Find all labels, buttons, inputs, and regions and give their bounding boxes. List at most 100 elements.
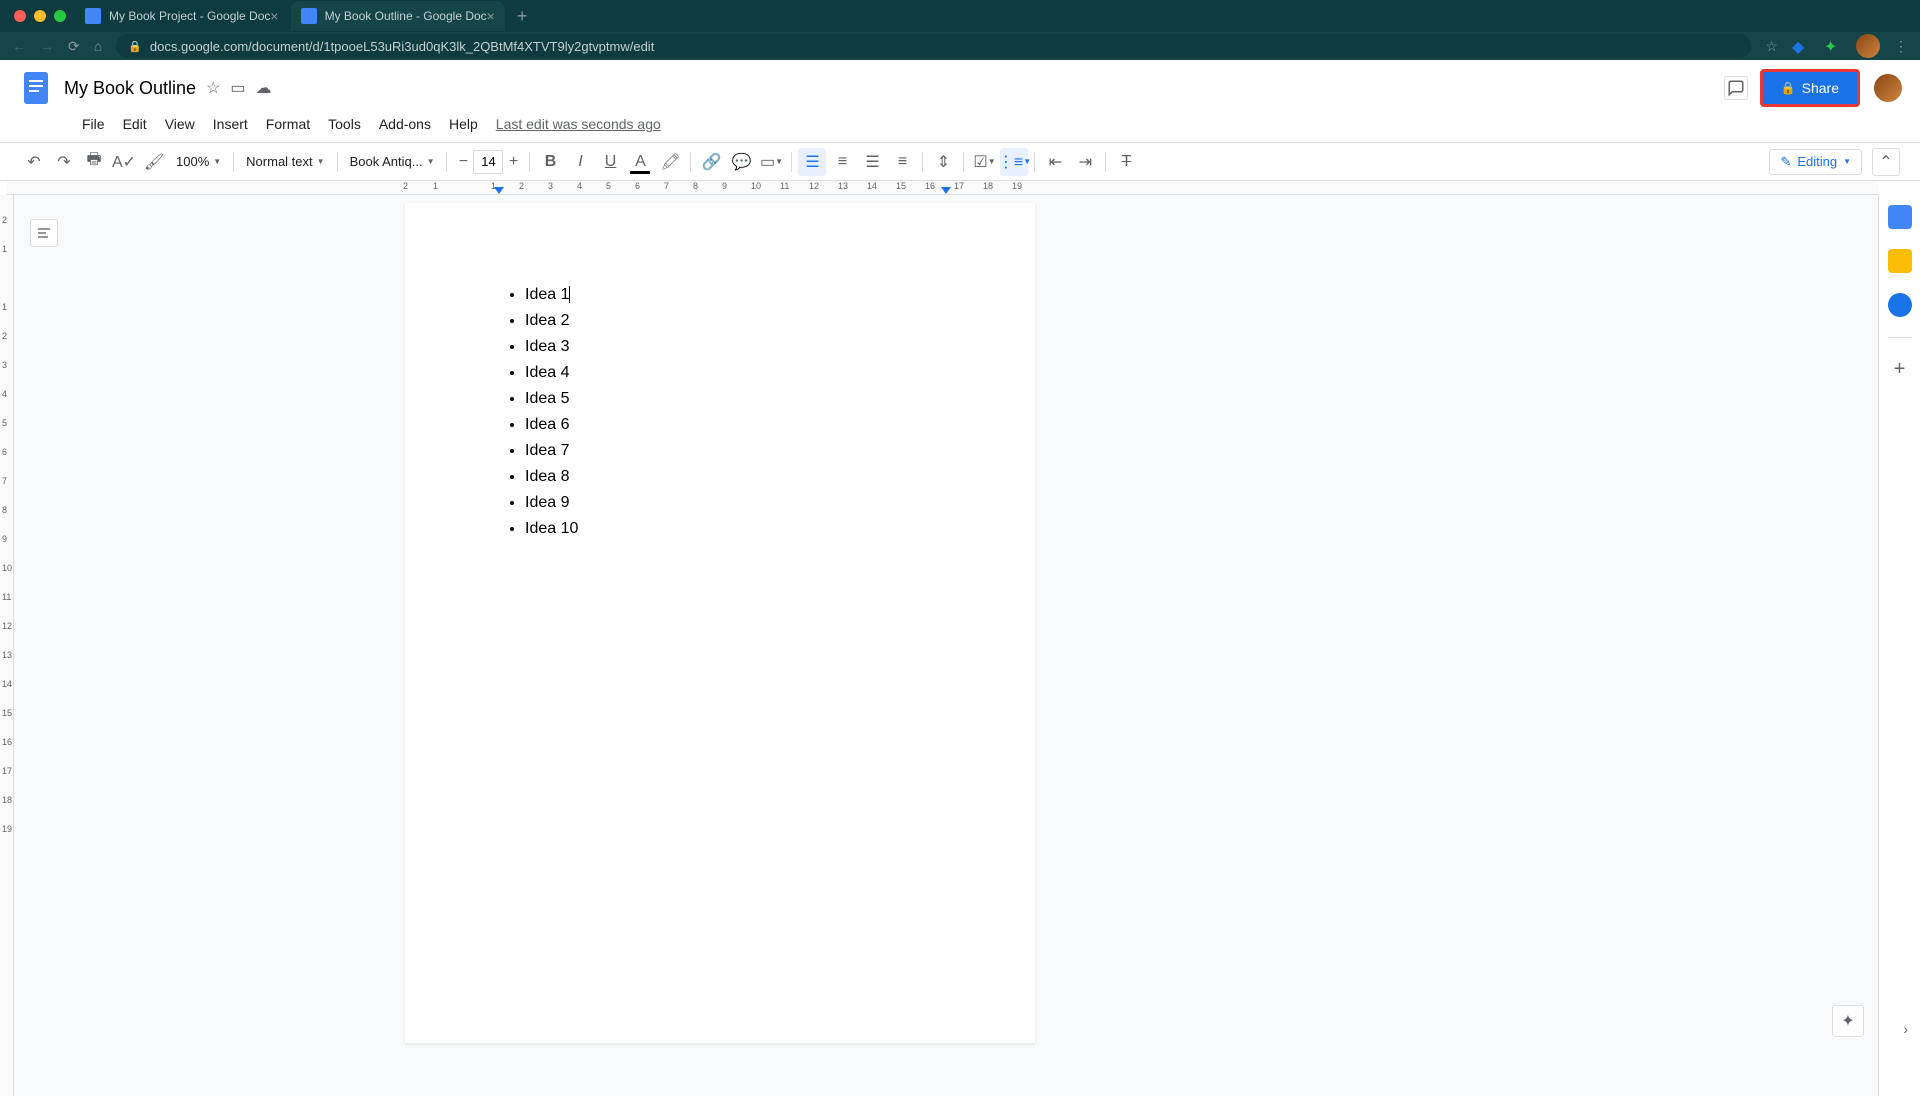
align-justify-button[interactable]: ≡ <box>888 148 916 176</box>
editing-mode-dropdown[interactable]: ✎ Editing ▼ <box>1769 149 1862 175</box>
hide-menus-button[interactable]: ⌃ <box>1872 148 1900 176</box>
document-canvas[interactable]: Idea 1 Idea 2 Idea 3 Idea 4 Idea 5 Idea … <box>14 195 1878 1096</box>
underline-button[interactable]: U <box>596 148 624 176</box>
bullet-list[interactable]: Idea 1 Idea 2 Idea 3 Idea 4 Idea 5 Idea … <box>495 283 945 541</box>
font-size-increase-button[interactable]: + <box>503 150 523 174</box>
separator <box>791 152 792 172</box>
font-size-decrease-button[interactable]: − <box>453 150 473 174</box>
document-title[interactable]: My Book Outline <box>64 78 196 99</box>
align-left-button[interactable]: ☰ <box>798 148 826 176</box>
list-item[interactable]: Idea 10 <box>525 517 945 541</box>
document-page[interactable]: Idea 1 Idea 2 Idea 3 Idea 4 Idea 5 Idea … <box>405 203 1035 1043</box>
list-item[interactable]: Idea 3 <box>525 335 945 359</box>
zoom-dropdown[interactable]: 100%▼ <box>170 150 227 173</box>
horizontal-ruler[interactable]: 2 1 1 2 3 4 5 6 7 8 9 10 11 12 13 14 15 … <box>6 181 1878 195</box>
menu-tools[interactable]: Tools <box>320 112 369 136</box>
menu-view[interactable]: View <box>157 112 203 136</box>
browser-forward-button[interactable]: → <box>40 38 54 54</box>
clear-formatting-button[interactable]: T <box>1112 148 1140 176</box>
browser-tab-2[interactable]: My Book Outline - Google Doc × <box>291 1 505 31</box>
pencil-icon: ✎ <box>1780 154 1791 170</box>
star-icon[interactable]: ☆ <box>206 78 220 98</box>
list-item[interactable]: Idea 7 <box>525 439 945 463</box>
menu-help[interactable]: Help <box>441 112 486 136</box>
tab-close-button[interactable]: × <box>487 8 495 24</box>
separator <box>690 152 691 172</box>
lock-icon: 🔒 <box>128 40 142 53</box>
browser-menu-icon[interactable]: ⋮ <box>1894 38 1908 55</box>
insert-comment-button[interactable]: 💬 <box>727 148 755 176</box>
browser-chrome: My Book Project - Google Doc × My Book O… <box>0 0 1920 60</box>
browser-reload-button[interactable]: ⟳ <box>68 38 80 55</box>
main-area: 2 1 1 2 3 4 5 6 7 8 9 10 11 12 13 14 15 … <box>0 195 1920 1096</box>
explore-button[interactable]: ✦ <box>1832 1005 1864 1037</box>
comment-history-button[interactable] <box>1724 76 1748 100</box>
tab-favicon-icon <box>301 8 317 24</box>
italic-button[interactable]: I <box>566 148 594 176</box>
insert-image-button[interactable]: ▭▼ <box>757 148 785 176</box>
checklist-button[interactable]: ☑▼ <box>970 148 998 176</box>
new-tab-button[interactable]: + <box>507 6 538 27</box>
extension-icon[interactable]: ◆ <box>1792 37 1810 55</box>
list-item[interactable]: Idea 5 <box>525 387 945 411</box>
docs-title-row: My Book Outline ☆ ▭ ☁ 🔒 Share <box>16 68 1904 108</box>
hide-side-panel-button[interactable]: › <box>1903 1021 1908 1037</box>
align-center-button[interactable]: ≡ <box>828 148 856 176</box>
align-right-button[interactable]: ☰ <box>858 148 886 176</box>
paint-format-button[interactable]: 🖌 <box>140 148 168 176</box>
undo-button[interactable]: ↶ <box>20 148 48 176</box>
line-spacing-button[interactable]: ⇕ <box>929 148 957 176</box>
indent-decrease-button[interactable]: ⇤ <box>1041 148 1069 176</box>
list-item[interactable]: Idea 6 <box>525 413 945 437</box>
browser-back-button[interactable]: ← <box>12 38 26 54</box>
tasks-icon[interactable] <box>1888 293 1912 317</box>
spellcheck-button[interactable]: A✓ <box>110 148 138 176</box>
browser-tab-1[interactable]: My Book Project - Google Doc × <box>75 1 289 31</box>
redo-button[interactable]: ↷ <box>50 148 78 176</box>
list-item[interactable]: Idea 4 <box>525 361 945 385</box>
style-dropdown[interactable]: Normal text▼ <box>240 150 330 173</box>
extensions-puzzle-icon[interactable]: ✦ <box>1824 37 1842 55</box>
text-color-button[interactable]: A <box>626 148 654 176</box>
list-item[interactable]: Idea 2 <box>525 309 945 333</box>
browser-home-button[interactable]: ⌂ <box>94 38 102 54</box>
vertical-ruler[interactable]: 2 1 1 2 3 4 5 6 7 8 9 10 11 12 13 14 15 … <box>0 195 14 1096</box>
right-indent-marker-icon[interactable] <box>941 187 951 194</box>
show-outline-button[interactable] <box>30 219 58 247</box>
docs-logo-icon[interactable] <box>16 68 56 108</box>
bookmark-star-icon[interactable]: ☆ <box>1765 38 1778 55</box>
window-close-button[interactable] <box>14 10 26 22</box>
font-size-input[interactable] <box>473 150 503 174</box>
list-item[interactable]: Idea 9 <box>525 491 945 515</box>
bold-button[interactable]: B <box>536 148 564 176</box>
highlight-button[interactable]: 🖍 <box>656 148 684 176</box>
user-avatar[interactable] <box>1872 72 1904 104</box>
calendar-icon[interactable] <box>1888 205 1912 229</box>
bullet-list-button[interactable]: ⋮≡▼ <box>1000 148 1028 176</box>
menu-insert[interactable]: Insert <box>205 112 256 136</box>
keep-icon[interactable] <box>1888 249 1912 273</box>
menu-file[interactable]: File <box>74 112 113 136</box>
menu-format[interactable]: Format <box>258 112 318 136</box>
list-item[interactable]: Idea 8 <box>525 465 945 489</box>
menu-edit[interactable]: Edit <box>115 112 155 136</box>
move-folder-icon[interactable]: ▭ <box>230 78 245 98</box>
browser-profile-avatar[interactable] <box>1856 34 1880 58</box>
tab-close-button[interactable]: × <box>270 8 278 24</box>
indent-marker-icon[interactable] <box>494 187 504 194</box>
window-maximize-button[interactable] <box>54 10 66 22</box>
insert-link-button[interactable]: 🔗 <box>697 148 725 176</box>
add-addon-button[interactable]: + <box>1894 358 1906 381</box>
cloud-status-icon[interactable]: ☁ <box>256 78 272 98</box>
browser-right-icons: ◆ ✦ ⋮ <box>1792 34 1908 58</box>
separator <box>1105 152 1106 172</box>
menu-addons[interactable]: Add-ons <box>371 112 439 136</box>
last-edit-link[interactable]: Last edit was seconds ago <box>496 116 661 132</box>
font-dropdown[interactable]: Book Antiq...▼ <box>344 150 441 173</box>
address-bar[interactable]: 🔒 docs.google.com/document/d/1tpooeL53uR… <box>116 34 1751 58</box>
window-minimize-button[interactable] <box>34 10 46 22</box>
docs-header: My Book Outline ☆ ▭ ☁ 🔒 Share File Edit … <box>0 60 1920 143</box>
indent-increase-button[interactable]: ⇥ <box>1071 148 1099 176</box>
print-button[interactable]: 🖶 <box>80 148 108 176</box>
share-button[interactable]: 🔒 Share <box>1760 69 1860 107</box>
